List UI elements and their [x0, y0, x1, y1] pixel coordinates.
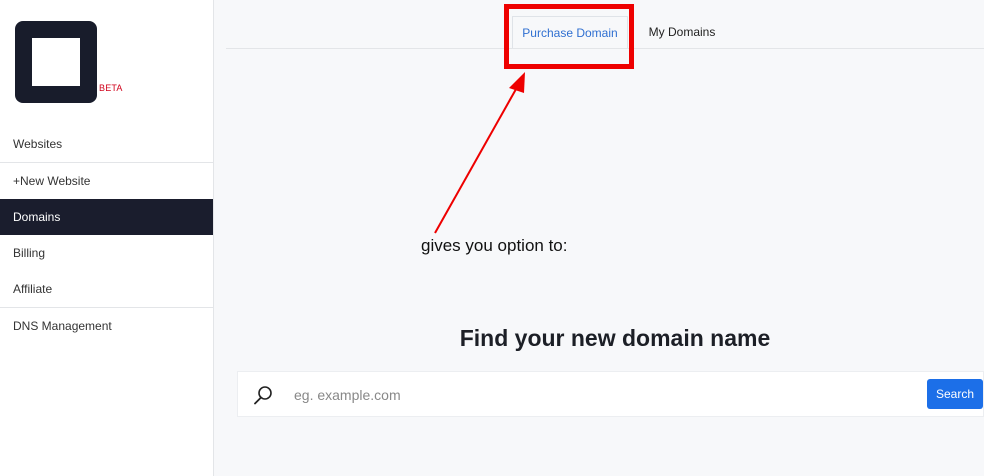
domain-search-bar: Search	[237, 371, 984, 417]
sidebar-item-label: DNS Management	[13, 319, 112, 333]
sidebar-item-domains[interactable]: Domains	[0, 199, 213, 235]
annotation-text: gives you option to:	[421, 236, 568, 255]
sidebar-item-label: Affiliate	[13, 282, 53, 296]
sidebar-item-label: Domains	[13, 210, 61, 224]
sidebar-item-websites[interactable]: Websites	[0, 126, 213, 162]
logo[interactable]	[15, 21, 97, 103]
page-title: Find your new domain name	[459, 325, 771, 351]
tab-label: My Domains	[648, 25, 716, 39]
sidebar-item-label: Websites	[13, 137, 63, 151]
sidebar: BETA Websites +New Website Domains Billi…	[0, 0, 214, 476]
search-button[interactable]: Search	[927, 379, 983, 409]
tab-my-domains[interactable]: My Domains	[638, 16, 726, 48]
logo-mark	[32, 38, 80, 86]
search-icon	[252, 384, 274, 406]
annotation-highlight-box	[504, 4, 634, 69]
beta-badge: BETA	[99, 83, 123, 93]
sidebar-item-billing[interactable]: Billing	[0, 235, 213, 271]
sidebar-item-affiliate[interactable]: Affiliate	[0, 271, 213, 307]
sidebar-item-new-website[interactable]: +New Website	[0, 163, 213, 199]
sidebar-item-label: +New Website	[13, 174, 91, 188]
domain-search-input[interactable]	[294, 380, 914, 410]
sidebar-item-dns-management[interactable]: DNS Management	[0, 308, 213, 344]
sidebar-item-label: Billing	[13, 246, 46, 260]
